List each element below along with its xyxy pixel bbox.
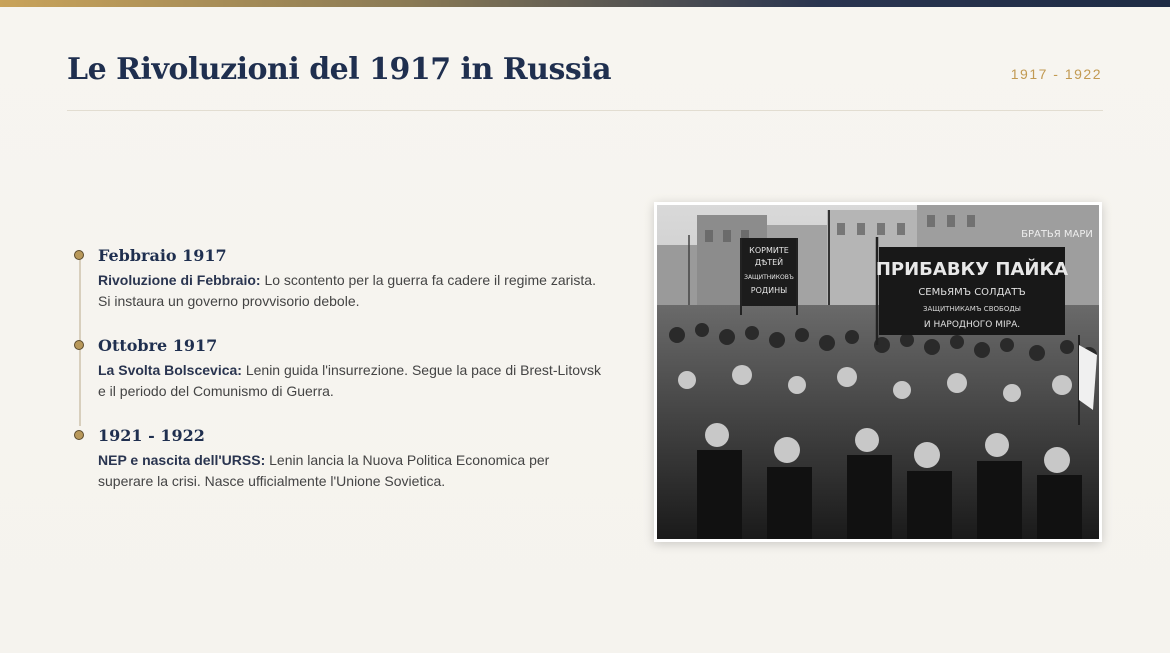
main-banner-text-3: ЗАЩИТНИКАМЪ СВОБОДЫ <box>923 305 1021 313</box>
year-range: 1917 - 1922 <box>1010 66 1102 82</box>
header-divider <box>67 110 1103 111</box>
event-description: Rivoluzione di Febbraio: Lo scontento pe… <box>98 270 608 312</box>
small-banner-text-3: ЗАЩИТНИКОВЪ <box>744 274 794 281</box>
page-title: Le Rivoluzioni del 1917 in Russia <box>67 52 612 87</box>
event-lead: NEP e nascita dell'URSS: <box>98 452 266 468</box>
event-date: 1921 - 1922 <box>98 426 205 445</box>
historical-photo: КОРМИТЕ ДѢТЕЙ ЗАЩИТНИКОВЪ РОДИНЫ БРАТЬЯ … <box>654 202 1102 542</box>
event-lead: La Svolta Bolscevica: <box>98 362 242 378</box>
small-banner-text-2: ДѢТЕЙ <box>755 256 783 267</box>
small-banner-text-1: КОРМИТЕ <box>749 246 789 255</box>
event-date: Febbraio 1917 <box>98 246 227 265</box>
event-description: NEP e nascita dell'URSS: Lenin lancia la… <box>98 450 608 492</box>
slide: Le Rivoluzioni del 1917 in Russia 1917 -… <box>0 0 1170 653</box>
shop-sign-text: БРАТЬЯ МАРИ <box>1021 229 1093 240</box>
event-date: Ottobre 1917 <box>98 336 218 355</box>
timeline-dot <box>74 430 84 440</box>
main-banner-text-1: ПРИБАВКУ ПАЙКА <box>876 258 1068 280</box>
timeline-dot <box>74 250 84 260</box>
top-accent-bar <box>0 0 1170 7</box>
event-lead: Rivoluzione di Febbraio: <box>98 272 261 288</box>
main-banner-text-4: И НАРОДНОГО МІРА. <box>924 320 1020 330</box>
main-banner-text-2: СЕМЬЯМЪ СОЛДАТЪ <box>918 287 1025 298</box>
small-banner-text-4: РОДИНЫ <box>751 286 787 295</box>
timeline-dot <box>74 340 84 350</box>
event-description: La Svolta Bolscevica: Lenin guida l'insu… <box>98 360 608 402</box>
protest-photo-illustration: КОРМИТЕ ДѢТЕЙ ЗАЩИТНИКОВЪ РОДИНЫ БРАТЬЯ … <box>657 205 1099 539</box>
